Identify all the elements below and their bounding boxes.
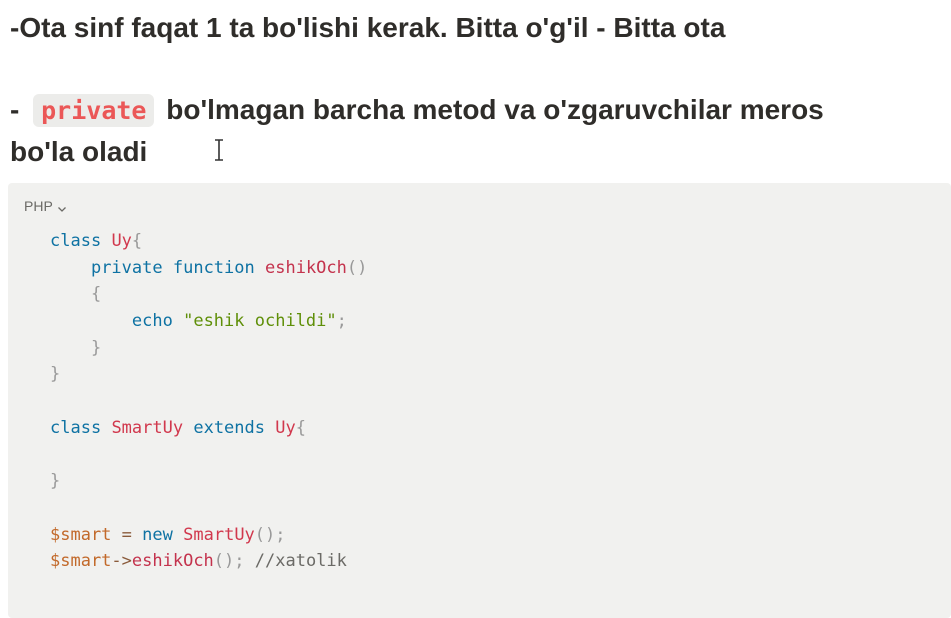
language-label: PHP bbox=[24, 198, 53, 214]
code-token: //xatolik bbox=[254, 551, 347, 572]
code-token: { bbox=[295, 417, 306, 438]
code-token: function bbox=[172, 257, 255, 278]
code-token: } bbox=[50, 471, 61, 492]
code-block[interactable]: PHP class Uy{ private function eshikOch(… bbox=[8, 183, 951, 618]
code-token: $smart bbox=[50, 524, 112, 545]
code-token: SmartUy bbox=[111, 417, 184, 438]
code-token: class bbox=[50, 231, 102, 251]
heading-prefix: - bbox=[10, 94, 28, 125]
inline-code-private: private bbox=[33, 94, 155, 127]
code-token: } bbox=[90, 337, 102, 358]
code-token: class bbox=[50, 417, 102, 438]
code-token: Uy bbox=[275, 417, 296, 438]
heading-continuation: bo'la oladi bbox=[10, 136, 148, 167]
code-line: class SmartUy extends Uy{ bbox=[50, 415, 367, 442]
code-line: class Uy{ bbox=[50, 228, 367, 255]
code-token: ; bbox=[336, 311, 347, 332]
code-token: "eshik ochildi" bbox=[183, 311, 337, 332]
code-line: } bbox=[50, 335, 367, 362]
code-line: $smart = new SmartUy(); bbox=[50, 522, 367, 549]
code-line: private function eshikOch() bbox=[50, 255, 367, 282]
code-content[interactable]: class Uy{ private function eshikOch() { … bbox=[50, 228, 367, 575]
code-line: } bbox=[50, 361, 367, 388]
heading-suffix: bo'lmagan barcha metod va o'zgaruvchilar… bbox=[158, 94, 824, 125]
code-token: { bbox=[131, 231, 143, 251]
code-line: $smart->eshikOch(); //xatolik bbox=[50, 548, 367, 575]
heading-ota-sinf: -Ota sinf faqat 1 ta bo'lishi kerak. Bit… bbox=[10, 12, 726, 43]
text-cursor-icon bbox=[213, 139, 225, 161]
code-token: () bbox=[346, 257, 368, 278]
code-token: } bbox=[50, 364, 61, 385]
code-token: private bbox=[90, 257, 163, 278]
code-line: } bbox=[50, 468, 367, 495]
code-token: $smart bbox=[50, 551, 112, 572]
code-token: echo bbox=[131, 311, 173, 332]
code-token: eshikOch bbox=[131, 551, 214, 572]
code-token: Uy bbox=[111, 231, 132, 251]
code-token: eshikOch bbox=[265, 257, 347, 278]
code-token: (); bbox=[254, 524, 286, 545]
code-token: extends bbox=[193, 417, 265, 438]
code-token: new bbox=[142, 524, 173, 545]
language-selector[interactable]: PHP bbox=[24, 198, 67, 214]
code-token: (); bbox=[213, 551, 245, 572]
code-token: = bbox=[121, 524, 132, 545]
heading-private: - private bo'lmagan barcha metod va o'zg… bbox=[10, 89, 824, 132]
code-line: echo "eshik ochildi"; bbox=[50, 308, 367, 335]
chevron-down-icon bbox=[57, 201, 67, 212]
code-token: { bbox=[90, 284, 102, 305]
code-line: { bbox=[50, 281, 367, 308]
code-token: -> bbox=[111, 551, 132, 572]
code-token: SmartUy bbox=[183, 524, 255, 545]
